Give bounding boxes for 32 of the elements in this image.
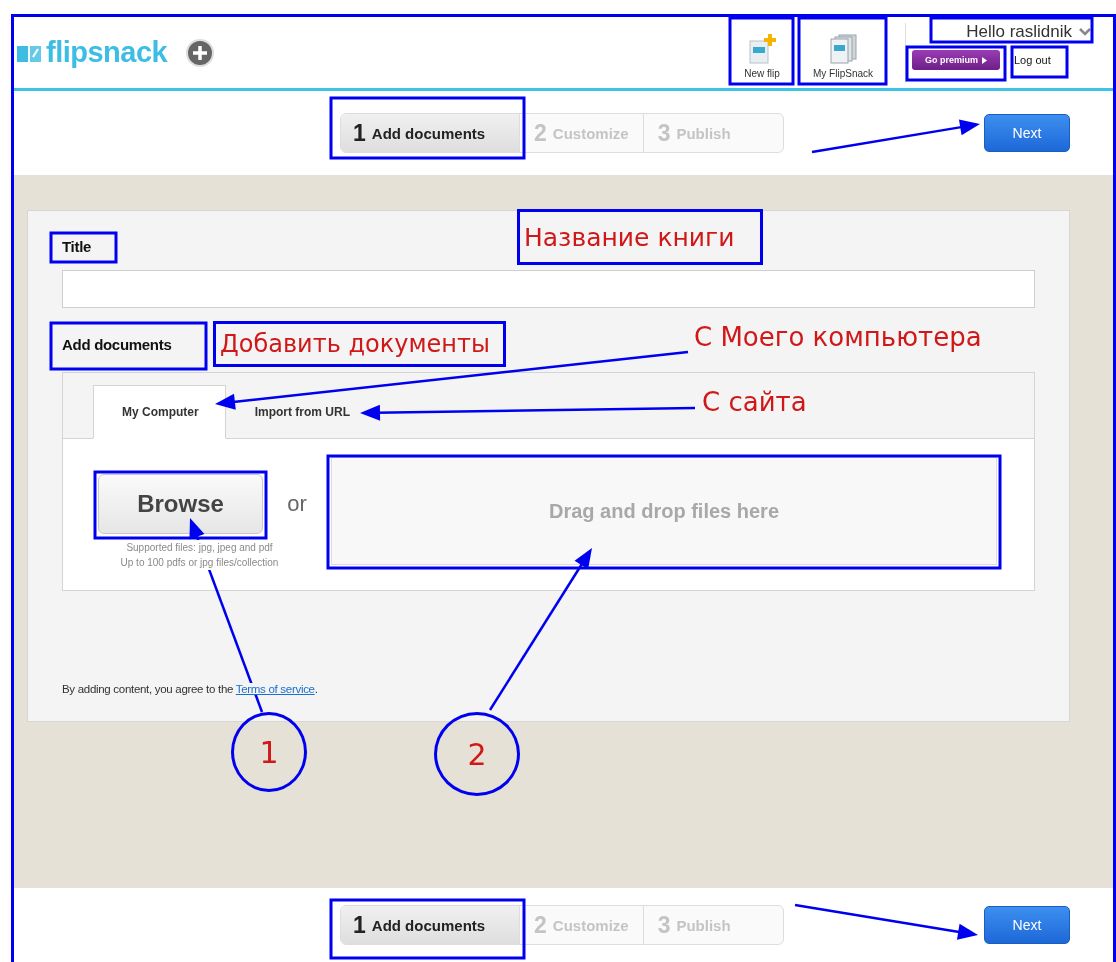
chevron-down-icon[interactable] [1078, 27, 1092, 37]
next-button[interactable]: Next [984, 114, 1070, 152]
next-button[interactable]: Next [984, 906, 1070, 944]
nav-link[interactable]: My FlipSnack [800, 33, 886, 79]
add-icon[interactable] [185, 37, 216, 68]
callout-marker: 1 [231, 712, 307, 792]
browse-button[interactable]: Browse [98, 474, 263, 534]
terms-link[interactable]: Terms of service [235, 683, 315, 695]
document-stack-icon [827, 33, 859, 65]
annotation-label: Добавить документы [213, 321, 506, 367]
annotation-label: С сайта [702, 387, 807, 417]
document-plus-icon [747, 33, 777, 65]
nav-link[interactable]: New flip [732, 33, 792, 79]
title-label: Title [62, 238, 92, 257]
annotation-label: Название книги [517, 209, 763, 265]
source-tab[interactable]: Import from URL [225, 385, 377, 439]
source-tab[interactable]: My Computer [93, 385, 226, 439]
logout-link[interactable]: Log out [1014, 54, 1051, 66]
highlight-frame [49, 231, 118, 264]
title-input-field[interactable] [62, 270, 1035, 308]
callout-marker: 2 [434, 712, 520, 796]
wizard-step[interactable]: 1 Add documents [341, 114, 520, 152]
supported-files-note: Up to 100 pdfs or jpg files/collection [118, 555, 281, 570]
wizard-step[interactable]: 1 Add documents [341, 906, 520, 944]
add-documents-label: Add documents [62, 336, 172, 355]
terms-notice: By adding content, you agree to the Terms of service. [62, 683, 318, 695]
go-premium-button[interactable]: Go premium [912, 50, 1000, 70]
user-greeting[interactable]: Hello raslidnik [966, 22, 1072, 42]
supported-files-note: Supported files: jpg, jpeg and pdf [124, 540, 275, 555]
or-text: or [286, 490, 308, 518]
caret-icon [982, 56, 987, 64]
annotation-label: С Моего компьютера [694, 322, 982, 352]
